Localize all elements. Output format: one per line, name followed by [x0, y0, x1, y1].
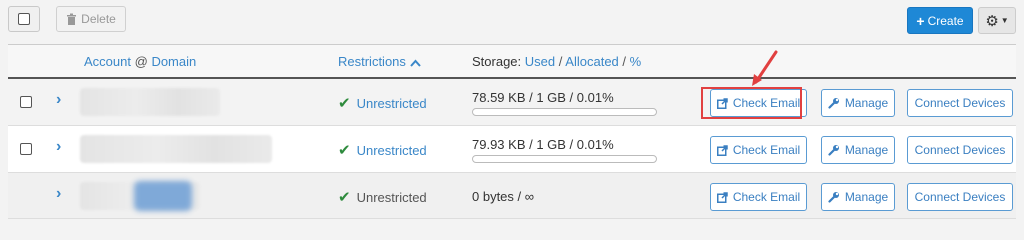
- table-row: › ✔ Unrestricted 78.59 KB / 1 GB / 0.01%…: [8, 79, 1016, 126]
- check-email-button[interactable]: Check Email: [710, 183, 807, 211]
- wrench-icon: [828, 97, 840, 109]
- restriction-status: ✔ Unrestricted: [338, 188, 427, 206]
- storage-text: 78.59 KB / 1 GB / 0.01%: [472, 90, 614, 105]
- external-link-icon: [716, 97, 728, 109]
- connect-devices-button[interactable]: Connect Devices: [907, 89, 1013, 117]
- table-row: › ✔ Unrestricted 0 bytes / ∞ Check Email…: [8, 173, 1016, 219]
- manage-button[interactable]: Manage: [821, 183, 895, 211]
- restriction-link[interactable]: Unrestricted: [357, 96, 427, 111]
- redacted-account: [80, 135, 272, 163]
- check-email-label: Check Email: [732, 190, 801, 204]
- caret-up-icon: [409, 59, 421, 67]
- storage-text: 79.93 KB / 1 GB / 0.01%: [472, 137, 614, 152]
- separator: /: [622, 54, 627, 69]
- connect-devices-button[interactable]: Connect Devices: [907, 136, 1013, 164]
- storage-prefix: Storage:: [472, 54, 522, 69]
- manage-button[interactable]: Manage: [821, 89, 895, 117]
- check-email-button[interactable]: Check Email: [710, 89, 807, 117]
- plus-icon: +: [916, 12, 925, 29]
- toolbar: Delete + Create ⚙ ▼: [0, 0, 1024, 44]
- connect-devices-label: Connect Devices: [914, 96, 1006, 110]
- select-all-checkbox[interactable]: [8, 6, 40, 32]
- storage-usage-bar: [472, 108, 657, 116]
- check-icon: ✔: [338, 142, 351, 159]
- caret-down-icon: ▼: [1000, 16, 1009, 25]
- table-header: Account @ Domain Restrictions Storage: U…: [8, 44, 1016, 79]
- delete-button[interactable]: Delete: [56, 6, 126, 32]
- restriction-status: ✔ Unrestricted: [338, 94, 427, 112]
- sort-percent-link[interactable]: %: [630, 54, 642, 69]
- manage-button[interactable]: Manage: [821, 136, 895, 164]
- check-icon: ✔: [338, 189, 351, 206]
- chevron-right-icon[interactable]: ›: [56, 185, 61, 203]
- redacted-account: [80, 88, 220, 116]
- manage-label: Manage: [844, 96, 889, 110]
- restriction-status: ✔ Unrestricted: [338, 141, 427, 159]
- external-link-icon: [716, 144, 728, 156]
- gear-icon: ⚙: [985, 12, 999, 30]
- arrow-annotation-icon: [748, 50, 780, 88]
- wrench-icon: [828, 144, 840, 156]
- sort-domain-link[interactable]: Domain: [151, 54, 196, 69]
- separator: /: [558, 54, 563, 69]
- connect-devices-button[interactable]: Connect Devices: [907, 183, 1013, 211]
- connect-devices-label: Connect Devices: [914, 190, 1006, 204]
- row-checkbox[interactable]: [20, 96, 32, 108]
- row-checkbox[interactable]: [20, 143, 32, 155]
- check-email-button[interactable]: Check Email: [710, 136, 807, 164]
- settings-dropdown-button[interactable]: ⚙ ▼: [978, 7, 1016, 34]
- check-email-label: Check Email: [732, 143, 801, 157]
- delete-label: Delete: [81, 12, 116, 26]
- sort-allocated-link[interactable]: Allocated: [565, 54, 618, 69]
- account-domain-header: Account @ Domain: [84, 54, 196, 69]
- storage-usage-bar: [472, 155, 657, 163]
- storage-header: Storage: Used / Allocated / %: [472, 54, 641, 69]
- checkbox-box: [18, 13, 30, 25]
- check-email-label: Check Email: [732, 96, 801, 110]
- redacted-highlight: [134, 181, 192, 211]
- manage-label: Manage: [844, 190, 889, 204]
- restriction-text: Unrestricted: [356, 189, 427, 205]
- restrictions-header[interactable]: Restrictions: [338, 54, 421, 69]
- trash-icon: [66, 13, 77, 25]
- connect-devices-label: Connect Devices: [914, 143, 1006, 157]
- chevron-right-icon[interactable]: ›: [56, 138, 61, 156]
- check-icon: ✔: [338, 95, 351, 112]
- restriction-link[interactable]: Unrestricted: [357, 143, 427, 158]
- external-link-icon: [716, 191, 728, 203]
- sort-used-link[interactable]: Used: [525, 54, 555, 69]
- sort-account-link[interactable]: Account: [84, 54, 131, 69]
- create-label: Create: [927, 13, 964, 28]
- storage-text: 0 bytes / ∞: [472, 189, 535, 204]
- chevron-right-icon[interactable]: ›: [56, 91, 61, 109]
- at-sign: @: [134, 54, 148, 69]
- manage-label: Manage: [844, 143, 889, 157]
- sort-restrictions-link[interactable]: Restrictions: [338, 54, 406, 69]
- wrench-icon: [828, 191, 840, 203]
- create-button[interactable]: + Create: [907, 7, 973, 34]
- table-row: › ✔ Unrestricted 79.93 KB / 1 GB / 0.01%…: [8, 126, 1016, 173]
